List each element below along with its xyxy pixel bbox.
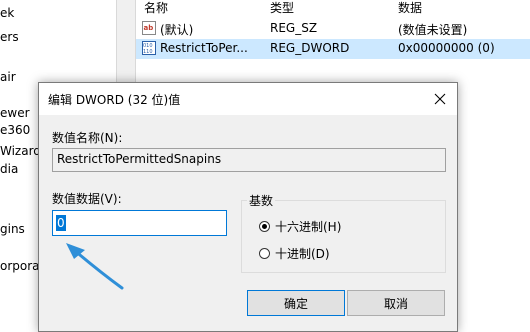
table-row[interactable]: ab (默认) REG_SZ (数值未设置)	[136, 19, 530, 39]
value-name-cell: RestrictToPer...	[160, 41, 248, 55]
value-type-cell: REG_SZ	[270, 21, 318, 35]
tree-item[interactable]: air	[0, 70, 16, 84]
base-group-label: 基数	[247, 192, 276, 209]
value-data-text: 0	[56, 215, 66, 231]
tree-item[interactable]: gins	[0, 222, 25, 236]
close-icon	[434, 93, 446, 105]
base-groupbox	[241, 200, 446, 273]
value-name-label: 数值名称(N):	[52, 131, 123, 145]
column-header-type[interactable]: 类型	[270, 0, 294, 16]
string-value-icon: ab	[142, 21, 156, 35]
tree-item[interactable]: Wizard	[0, 144, 41, 158]
radio-decimal[interactable]: 十进制(D)	[259, 245, 330, 262]
column-header-name[interactable]: 名称	[144, 0, 168, 16]
svg-text:110: 110	[143, 49, 153, 55]
close-button[interactable]	[423, 83, 457, 115]
value-data-input[interactable]: 0	[52, 210, 227, 236]
svg-text:ab: ab	[144, 24, 154, 32]
dialog-titlebar[interactable]: 编辑 DWORD (32 位)值	[39, 83, 457, 115]
value-data-label: 数值数据(V):	[52, 192, 122, 206]
cancel-button[interactable]: 取消	[347, 290, 445, 316]
value-name-cell: (默认)	[160, 23, 194, 37]
value-data-cell: 0x00000000 (0)	[398, 41, 495, 55]
ok-button[interactable]: 确定	[247, 290, 345, 316]
value-type-cell: REG_DWORD	[270, 41, 350, 55]
radio-label: 十进制(D)	[275, 247, 330, 261]
radio-button-checked[interactable]	[259, 221, 270, 232]
radio-button[interactable]	[259, 248, 270, 259]
value-data-cell: (数值未设置)	[398, 23, 468, 37]
table-row-selected[interactable]: 010 110 RestrictToPer... REG_DWORD 0x000…	[136, 39, 530, 59]
tree-item[interactable]: ewer	[0, 106, 30, 120]
edit-dword-dialog: 编辑 DWORD (32 位)值 数值名称(N): RestrictToPerm…	[38, 82, 458, 332]
tree-item[interactable]: dia	[0, 162, 18, 176]
column-header-data[interactable]: 数据	[398, 0, 422, 16]
value-name-field: RestrictToPermittedSnapins	[52, 148, 446, 172]
tree-item[interactable]: e360	[0, 123, 30, 137]
dialog-title: 编辑 DWORD (32 位)值	[48, 93, 181, 107]
radio-label: 十六进制(H)	[275, 220, 342, 234]
tree-item[interactable]: ers	[0, 30, 19, 44]
tree-item[interactable]: ek	[0, 6, 14, 20]
binary-value-icon: 010 110	[142, 41, 156, 55]
radio-hexadecimal[interactable]: 十六进制(H)	[259, 218, 341, 235]
